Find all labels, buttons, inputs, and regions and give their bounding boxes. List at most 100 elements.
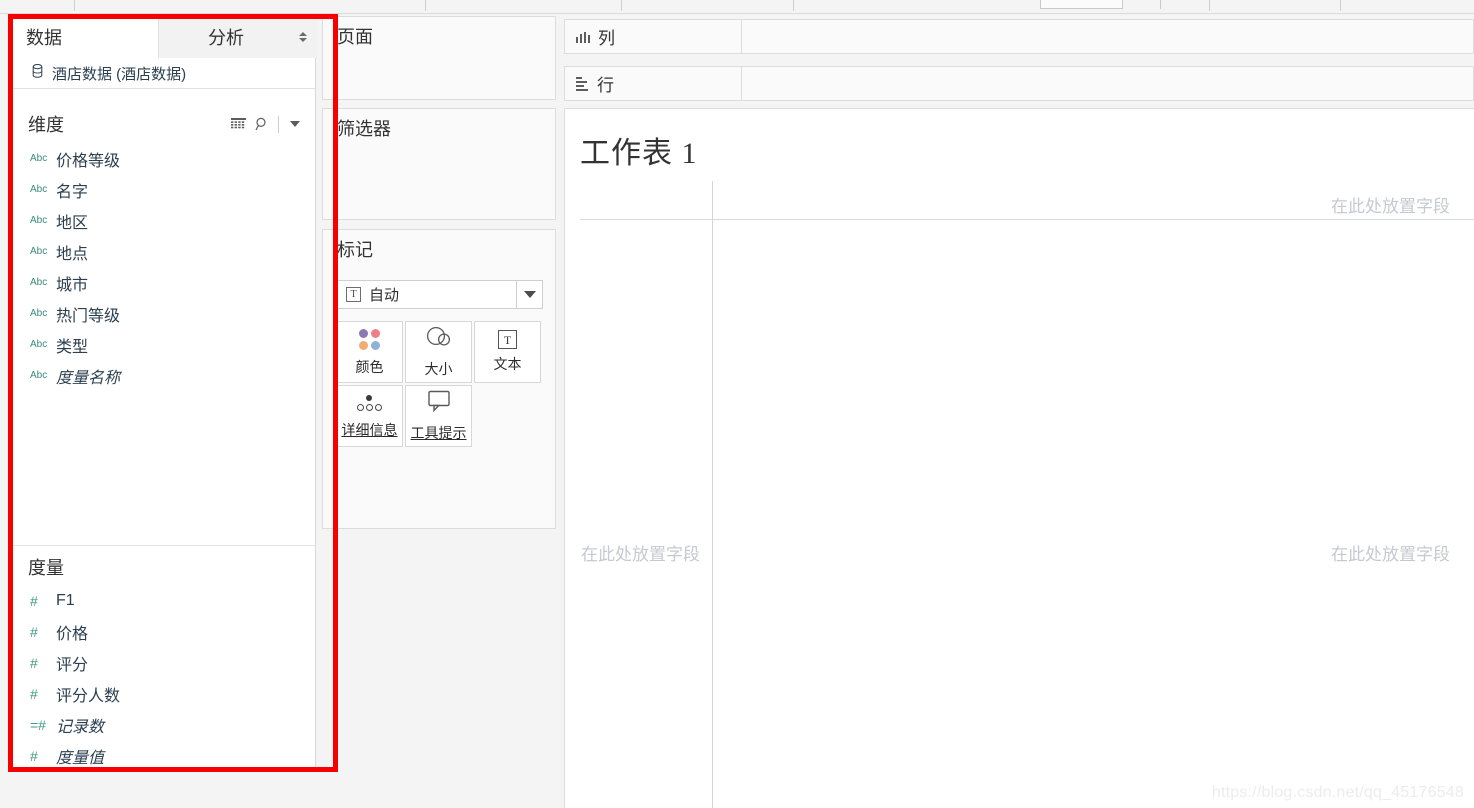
data-source-label: 酒店数据 (酒店数据) xyxy=(52,65,187,83)
field-item[interactable]: Abc 价格等级 xyxy=(10,143,315,174)
field-name: 评分人数 xyxy=(56,687,121,705)
list-view-icon[interactable] xyxy=(226,114,250,134)
field-item[interactable]: Abc 名字 xyxy=(10,174,315,205)
text-field-icon: Abc xyxy=(30,308,48,319)
pages-card-title: 页面 xyxy=(337,27,373,47)
numeric-field-icon: # xyxy=(30,623,38,640)
dimensions-field-list: Abc 价格等级 Abc 名字 Abc 地区 Abc 地点 Abc 城市 Abc 热门等级 Abc 类型 A… xyxy=(10,143,315,391)
text-field-icon: Abc xyxy=(30,370,48,381)
color-palette-icon xyxy=(357,328,383,352)
worksheet-title: 工作表 1 xyxy=(580,137,698,170)
chevron-down-icon[interactable] xyxy=(516,281,542,308)
toolbar-divider xyxy=(278,115,279,133)
field-name: 名字 xyxy=(56,183,89,201)
mark-type-select[interactable]: T 自动 xyxy=(337,280,543,309)
text-field-icon: Abc xyxy=(30,277,48,288)
field-item[interactable]: =# 记录数 xyxy=(10,709,315,740)
field-name: 城市 xyxy=(56,276,89,294)
field-name: 度量名称 xyxy=(56,369,121,387)
marks-buttons: 颜色 大小 T 文本 详细信息 工具提示 xyxy=(336,321,548,449)
text-field-icon: Abc xyxy=(30,215,48,226)
toolbar-separator xyxy=(1340,0,1341,11)
field-name: 价格等级 xyxy=(56,152,121,170)
mark-type-value: 自动 xyxy=(369,287,400,304)
field-item[interactable]: Abc 城市 xyxy=(10,267,315,298)
text-field-icon: Abc xyxy=(30,339,48,350)
data-pane: 数据 分析 酒店数据 (酒店数据) 维度 Abc 价格等级 Abc 名字 Abc… xyxy=(9,15,317,771)
measures-title: 度量 xyxy=(28,558,64,578)
marks-tooltip-button[interactable]: 工具提示 xyxy=(405,385,472,447)
rows-shelf-label: 行 xyxy=(564,66,742,101)
measures-header: 度量 xyxy=(10,550,315,584)
field-name: 评分 xyxy=(56,656,89,674)
search-icon[interactable] xyxy=(250,114,274,134)
drop-field-hint-top-right[interactable]: 在此处放置字段 xyxy=(1331,192,1450,217)
rows-icon xyxy=(576,76,589,91)
pane-divider xyxy=(10,545,315,546)
text-field-icon: Abc xyxy=(30,246,48,257)
pages-card[interactable]: 页面 xyxy=(322,16,556,100)
marks-detail-button[interactable]: 详细信息 xyxy=(336,385,403,447)
toolbar-dropdown[interactable] xyxy=(1040,0,1123,9)
columns-label: 列 xyxy=(598,29,615,48)
data-source-item[interactable]: 酒店数据 (酒店数据) xyxy=(10,58,315,89)
field-item[interactable]: # 价格 xyxy=(10,616,315,647)
data-pane-tabs: 数据 分析 xyxy=(10,15,317,58)
watermark: https://blog.csdn.net/qq_45176548 xyxy=(1211,784,1464,801)
chevron-down-icon[interactable] xyxy=(283,114,307,134)
field-item[interactable]: Abc 地区 xyxy=(10,205,315,236)
field-item[interactable]: # 度量值 xyxy=(10,740,315,771)
marks-card: 标记 T 自动 颜色 大小 T 文本 详细信息 工具提示 xyxy=(322,229,556,529)
field-name: 地区 xyxy=(56,214,89,232)
toolbar-separator xyxy=(425,0,426,11)
tableau-worksheet-window: 数据 分析 酒店数据 (酒店数据) 维度 Abc 价格等级 Abc 名字 Abc… xyxy=(0,0,1474,808)
rows-shelf-dropzone[interactable] xyxy=(742,66,1474,101)
database-icon xyxy=(32,63,43,83)
field-item[interactable]: Abc 类型 xyxy=(10,329,315,360)
field-name: 地点 xyxy=(56,245,89,263)
tooltip-bubble-icon xyxy=(426,389,452,418)
toolbar-separator xyxy=(793,0,794,11)
drop-field-hint-bottom-right[interactable]: 在此处放置字段 xyxy=(1331,540,1450,565)
dimensions-header: 维度 xyxy=(10,107,315,141)
numeric-field-icon: # xyxy=(30,592,38,609)
marks-text-button[interactable]: T 文本 xyxy=(474,321,541,383)
field-name: 记录数 xyxy=(56,718,105,736)
tab-analysis[interactable]: 分析 xyxy=(158,15,317,58)
field-name: F1 xyxy=(56,591,75,609)
toolbar-separator xyxy=(1209,0,1210,11)
measures-field-list: # F1 # 价格 # 评分 # 评分人数 =# 记录数 # 度量值 xyxy=(10,585,315,771)
numeric-field-icon: # xyxy=(30,685,38,702)
field-name: 度量值 xyxy=(56,749,105,767)
filters-card[interactable]: 筛选器 xyxy=(322,108,556,220)
numeric-field-icon: =# xyxy=(30,716,46,733)
size-shapes-icon xyxy=(425,325,453,354)
field-name: 热门等级 xyxy=(56,307,121,325)
toolbar-separator xyxy=(1160,0,1161,9)
marks-size-button[interactable]: 大小 xyxy=(405,321,472,383)
field-item[interactable]: Abc 热门等级 xyxy=(10,298,315,329)
field-item[interactable]: # F1 xyxy=(10,585,315,616)
tab-data[interactable]: 数据 xyxy=(10,15,158,58)
worksheet-canvas[interactable]: 工作表 1 在此处放置字段 在此处放置字段 在此处放置字段 xyxy=(564,108,1474,808)
marks-detail-label: 详细信息 xyxy=(341,421,398,438)
field-item[interactable]: # 评分人数 xyxy=(10,678,315,709)
field-item[interactable]: Abc 度量名称 xyxy=(10,360,315,391)
marks-text-label: 文本 xyxy=(493,356,522,372)
field-item[interactable]: Abc 地点 xyxy=(10,236,315,267)
filters-card-title: 筛选器 xyxy=(337,119,391,139)
marks-tooltip-label: 工具提示 xyxy=(410,425,467,441)
worksheet-horizontal-divider xyxy=(580,219,1474,220)
dimensions-title: 维度 xyxy=(28,115,64,135)
drop-field-hint-left[interactable]: 在此处放置字段 xyxy=(581,540,700,565)
field-item[interactable]: # 评分 xyxy=(10,647,315,678)
numeric-field-icon: # xyxy=(30,654,38,671)
marks-color-button[interactable]: 颜色 xyxy=(336,321,403,383)
toolbar-strip xyxy=(0,0,1474,14)
text-box-icon: T xyxy=(498,330,517,349)
text-mark-icon: T xyxy=(346,287,361,302)
pane-resize-spinner-icon[interactable] xyxy=(298,30,308,44)
columns-shelf-dropzone[interactable] xyxy=(742,19,1474,54)
marks-color-label: 颜色 xyxy=(355,358,384,375)
columns-shelf-label: 列 xyxy=(564,19,742,54)
